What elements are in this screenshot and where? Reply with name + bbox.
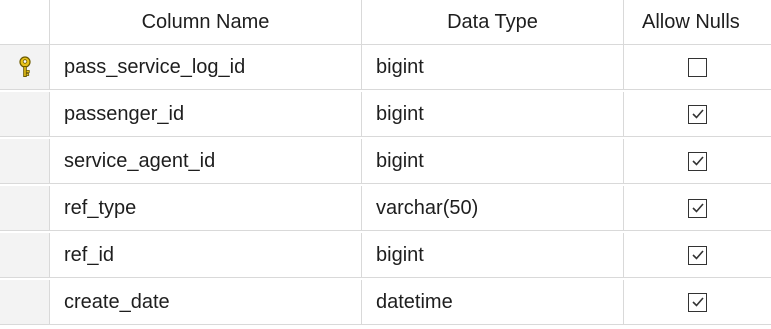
allow-nulls-checkbox[interactable] [688, 292, 707, 312]
allow-nulls-checkbox[interactable] [688, 104, 707, 124]
data-type-cell[interactable]: bigint [362, 233, 624, 278]
row-selector[interactable] [0, 139, 50, 184]
table-designer-grid: Column Name Data Type Allow Nulls pass_s… [0, 0, 771, 329]
checkmark-icon [691, 203, 704, 213]
data-type-cell[interactable]: bigint [362, 92, 624, 137]
allow-nulls-checkbox[interactable] [688, 57, 707, 77]
table-row: service_agent_id bigint [0, 139, 771, 184]
column-name-cell[interactable]: passenger_id [50, 92, 362, 137]
allow-nulls-header[interactable]: Allow Nulls [624, 0, 771, 45]
allow-nulls-cell [624, 139, 771, 184]
column-name-cell[interactable]: pass_service_log_id [50, 45, 362, 90]
primary-key-icon [15, 56, 35, 78]
allow-nulls-cell [624, 92, 771, 137]
allow-nulls-checkbox[interactable] [688, 198, 707, 218]
column-name-cell[interactable]: create_date [50, 280, 362, 325]
header-row-selector[interactable] [0, 0, 50, 45]
table-row: pass_service_log_id bigint [0, 45, 771, 90]
data-type-cell[interactable]: datetime [362, 280, 624, 325]
row-selector[interactable] [0, 92, 50, 137]
allow-nulls-cell [624, 45, 771, 90]
row-selector[interactable] [0, 45, 50, 90]
data-type-cell[interactable]: varchar(50) [362, 186, 624, 231]
checkmark-icon [691, 297, 704, 307]
row-selector[interactable] [0, 233, 50, 278]
checkmark-icon [691, 156, 704, 166]
allow-nulls-cell [624, 233, 771, 278]
table-row: ref_id bigint [0, 233, 771, 278]
table-row: create_date datetime [0, 280, 771, 325]
allow-nulls-cell [624, 280, 771, 325]
table-row: ref_type varchar(50) [0, 186, 771, 231]
data-type-header[interactable]: Data Type [362, 0, 624, 45]
data-type-cell[interactable]: bigint [362, 139, 624, 184]
column-name-cell[interactable]: ref_id [50, 233, 362, 278]
allow-nulls-checkbox[interactable] [688, 151, 707, 171]
row-selector[interactable] [0, 280, 50, 325]
checkmark-icon [691, 250, 704, 260]
column-name-header[interactable]: Column Name [50, 0, 362, 45]
data-type-cell[interactable]: bigint [362, 45, 624, 90]
column-name-cell[interactable]: service_agent_id [50, 139, 362, 184]
column-name-cell[interactable]: ref_type [50, 186, 362, 231]
row-selector[interactable] [0, 186, 50, 231]
header-row: Column Name Data Type Allow Nulls [0, 0, 771, 45]
checkmark-icon [691, 109, 704, 119]
allow-nulls-cell [624, 186, 771, 231]
table-row: passenger_id bigint [0, 92, 771, 137]
allow-nulls-checkbox[interactable] [688, 245, 707, 265]
